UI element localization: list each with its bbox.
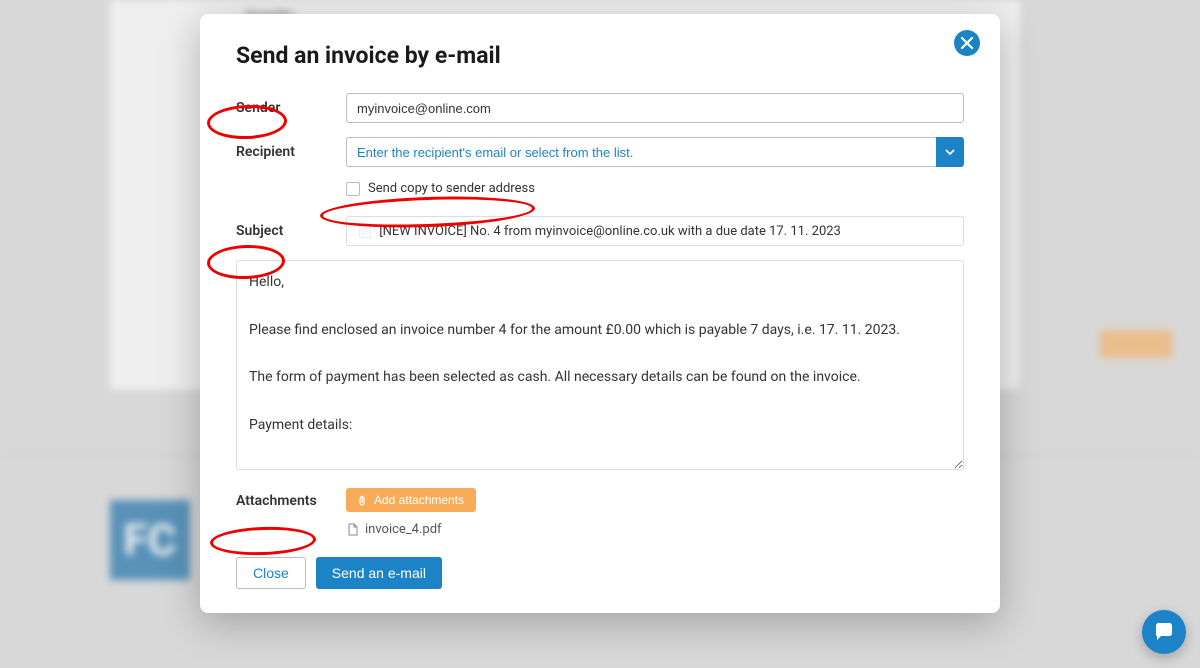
close-icon [960,36,974,50]
recipient-input[interactable] [346,137,936,167]
close-icon-button[interactable] [954,30,980,56]
send-email-button[interactable]: Send an e-mail [316,557,442,589]
document-icon: 📄 [357,224,373,239]
file-icon [346,523,359,536]
subject-row: Subject 📄 [NEW INVOICE] No. 4 from myinv… [236,216,964,246]
send-copy-checkbox[interactable] [346,182,360,196]
chevron-down-icon [945,147,955,157]
sender-input[interactable] [346,93,964,123]
close-button[interactable]: Close [236,557,306,589]
subject-label: Subject [236,223,346,239]
attachments-row: Attachments Add attachments invoice_4.pd… [236,488,964,537]
sender-row: Sender [236,93,964,123]
attachment-item[interactable]: invoice_4.pdf [346,522,964,537]
recipient-label: Recipient [236,144,346,160]
subject-input[interactable]: 📄 [NEW INVOICE] No. 4 from myinvoice@onl… [346,216,964,246]
modal-overlay: Send an invoice by e-mail Sender Recipie… [0,0,1200,668]
modal-title: Send an invoice by e-mail [236,42,964,69]
add-attachments-label: Add attachments [374,493,464,507]
add-attachments-button[interactable]: Add attachments [346,488,476,512]
send-copy-row: Send copy to sender address [346,181,964,196]
attachments-label: Attachments [236,488,346,509]
recipient-row: Recipient [236,137,964,167]
chat-bubble-button[interactable] [1142,610,1186,654]
send-invoice-modal: Send an invoice by e-mail Sender Recipie… [200,14,1000,613]
modal-footer: Close Send an e-mail [236,557,964,589]
paperclip-icon [358,495,369,506]
body-textarea[interactable] [236,260,964,470]
subject-text: [NEW INVOICE] No. 4 from myinvoice@onlin… [379,224,841,239]
attachment-filename: invoice_4.pdf [365,522,442,537]
send-copy-label: Send copy to sender address [368,181,535,196]
recipient-dropdown-button[interactable] [936,137,964,167]
sender-label: Sender [236,100,346,116]
chat-icon [1153,621,1175,643]
